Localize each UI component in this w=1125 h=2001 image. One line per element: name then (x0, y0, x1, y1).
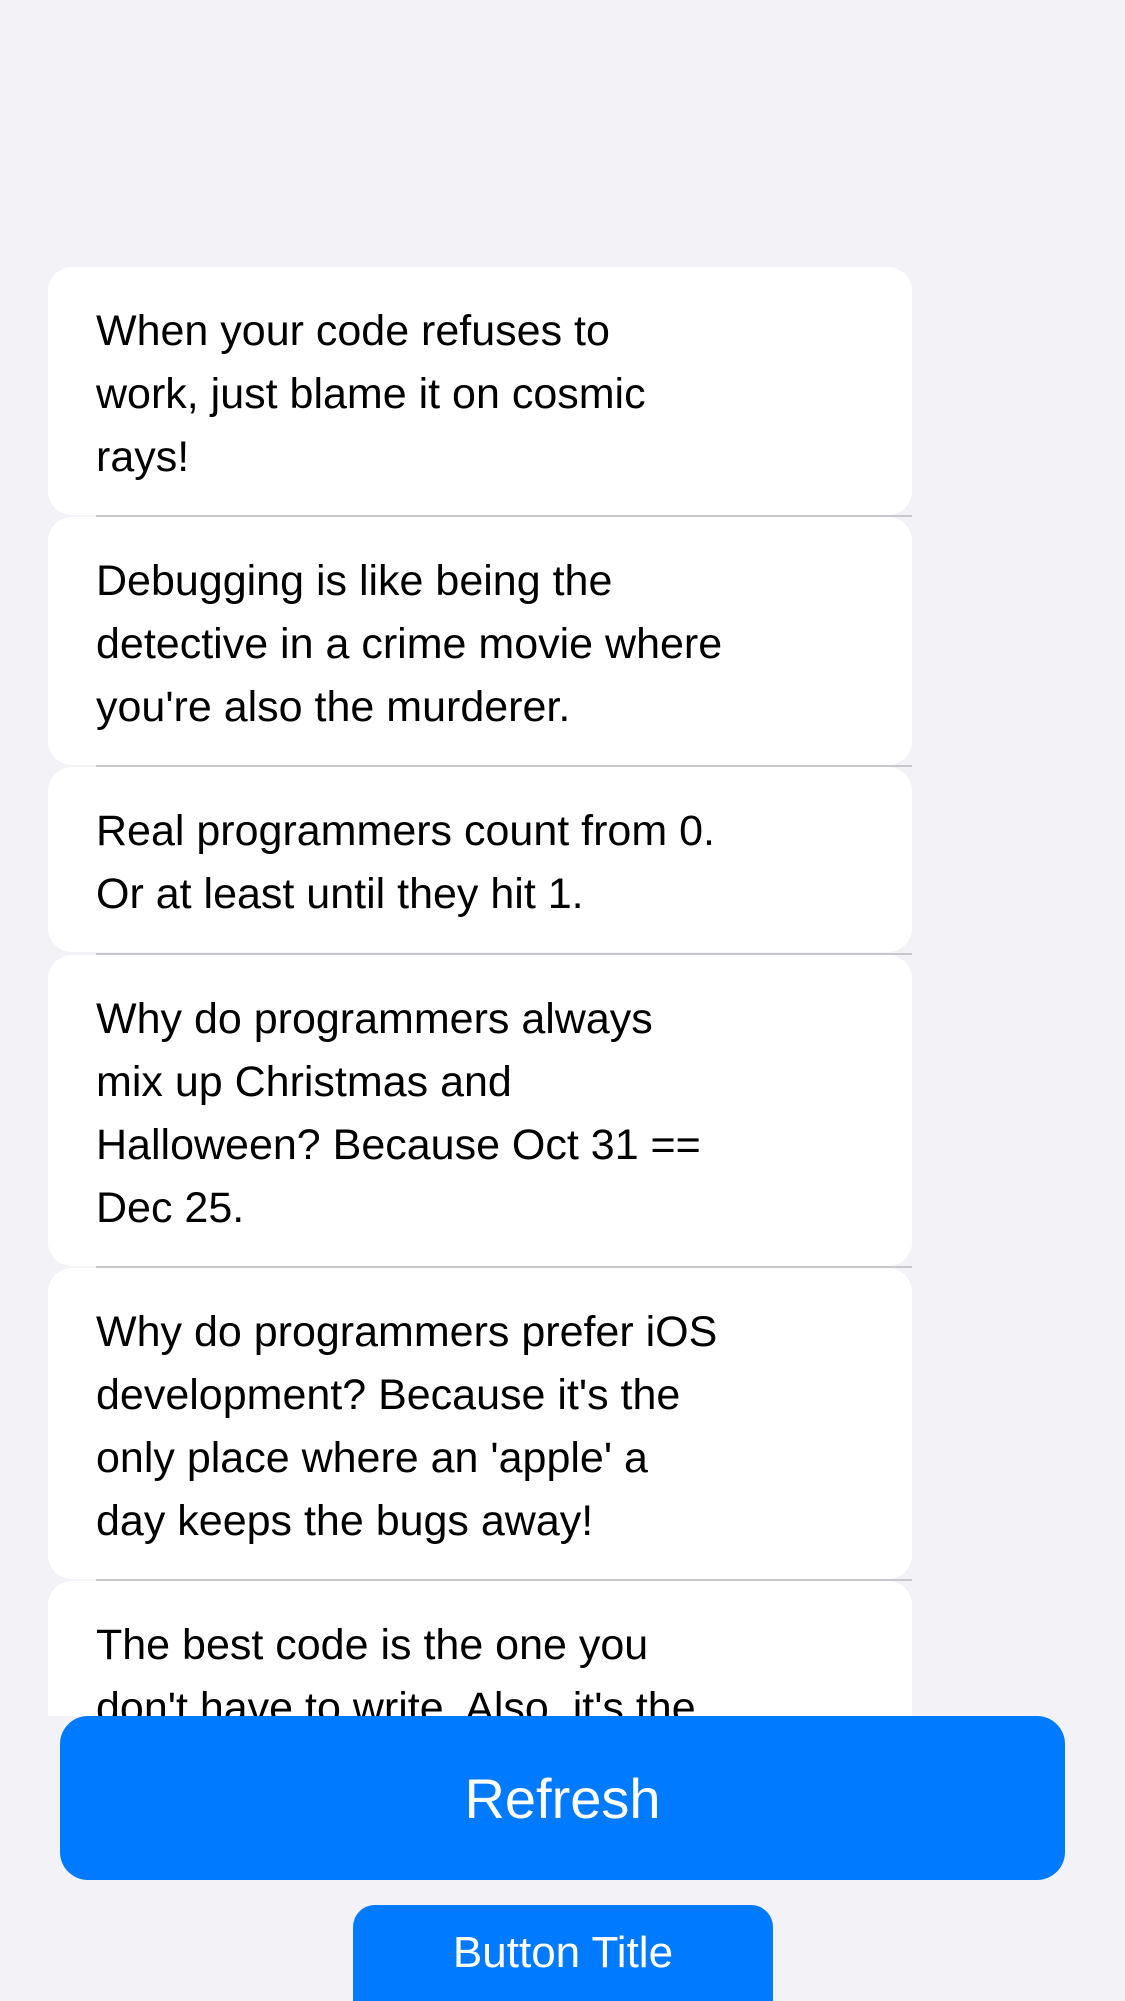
joke-text: Debugging is like being the detective in… (96, 557, 723, 731)
joke-cell[interactable]: Real programmers count from 0. Or at lea… (48, 767, 912, 952)
joke-text: Why do programmers prefer iOS developmen… (96, 1308, 718, 1545)
joke-text: Why do programmers always mix up Christm… (96, 995, 701, 1232)
joke-text: The best code is the one you don't have … (96, 1621, 696, 1716)
jokes-list-viewport[interactable]: When your code refuses to work, just bla… (0, 0, 1125, 1716)
refresh-button[interactable]: Refresh (60, 1716, 1065, 1880)
button-title-button[interactable]: Button Title (353, 1905, 773, 2001)
joke-text: Real programmers count from 0. Or at lea… (96, 807, 715, 918)
joke-cell[interactable]: Debugging is like being the detective in… (48, 517, 912, 765)
joke-cell[interactable]: When your code refuses to work, just bla… (48, 267, 912, 515)
joke-cell[interactable]: Why do programmers always mix up Christm… (48, 955, 912, 1266)
joke-cell[interactable]: The best code is the one you don't have … (48, 1581, 912, 1716)
joke-cell[interactable]: Why do programmers prefer iOS developmen… (48, 1268, 912, 1579)
joke-text: When your code refuses to work, just bla… (96, 307, 646, 481)
